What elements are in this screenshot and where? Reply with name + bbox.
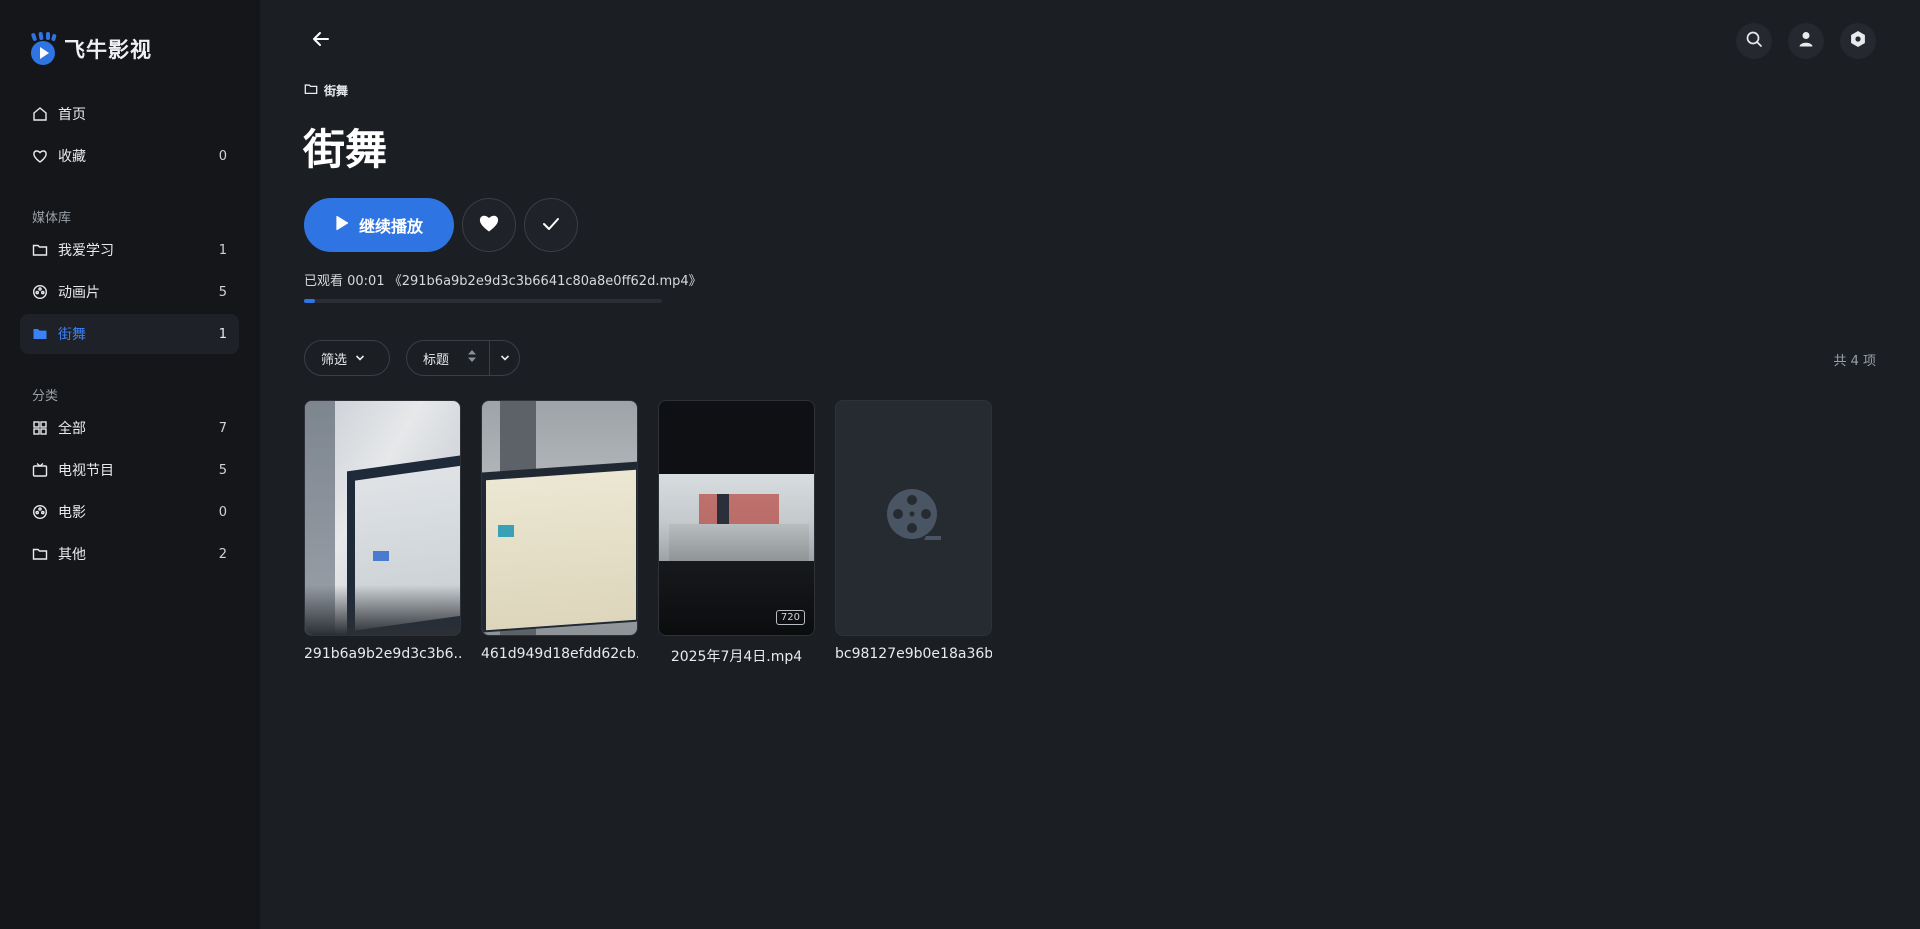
media-title: 2025年7月4日.mp4	[670, 649, 803, 665]
sidebar-item-count: 2	[218, 546, 227, 562]
sidebar: 飞牛影视 首页 收藏 0 媒体库 我爱学习 1 动画片 5 街舞 1 分类 全部…	[0, 0, 260, 929]
sidebar-item-tv[interactable]: 电视节目 5	[20, 450, 239, 490]
heart-icon	[478, 213, 500, 237]
media-card[interactable]: 291b6a9b2e9d3c3b6...	[304, 400, 461, 662]
film-reel-icon	[32, 284, 48, 300]
user-button[interactable]	[1788, 23, 1824, 59]
logo-icon	[28, 31, 58, 67]
folder-icon	[32, 242, 48, 258]
mark-watched-button[interactable]	[524, 198, 578, 252]
sidebar-item-street-dance[interactable]: 街舞 1	[20, 314, 239, 354]
user-icon	[1797, 30, 1815, 52]
filter-label: 筛选	[321, 352, 348, 368]
breadcrumb-label: 街舞	[324, 84, 349, 98]
sidebar-item-home[interactable]: 首页	[20, 94, 239, 134]
chevron-down-icon	[500, 351, 510, 366]
sidebar-item-label: 全部	[58, 421, 86, 437]
sidebar-item-label: 其他	[58, 547, 86, 563]
section-title-category: 分类	[32, 389, 59, 404]
search-icon	[1745, 30, 1763, 52]
film-reel-icon	[886, 488, 942, 548]
watch-progress-bar	[304, 299, 662, 303]
search-button[interactable]	[1736, 23, 1772, 59]
favorite-button[interactable]	[462, 198, 516, 252]
media-thumbnail[interactable]	[835, 400, 992, 636]
back-button[interactable]	[306, 28, 336, 54]
sidebar-item-count: 1	[218, 326, 227, 342]
sidebar-item-count: 0	[218, 504, 227, 520]
filter-dropdown[interactable]: 筛选	[304, 340, 390, 376]
folder-icon	[32, 546, 48, 562]
sidebar-item-count: 5	[218, 284, 227, 300]
watched-status: 已观看 00:01 《291b6a9b2e9d3c3b6641c80a8e0ff…	[304, 274, 702, 289]
sidebar-item-label: 街舞	[58, 327, 86, 343]
sidebar-item-animation[interactable]: 动画片 5	[20, 272, 239, 312]
sidebar-item-count: 0	[218, 148, 227, 164]
home-icon	[32, 106, 48, 122]
page-title: 街舞	[303, 125, 388, 174]
sort-label: 标题	[423, 352, 450, 368]
media-title: 461d949d18efdd62cb...	[481, 646, 638, 662]
media-thumbnail[interactable]: 720	[658, 400, 815, 636]
folder-icon	[32, 326, 48, 342]
media-card[interactable]: 461d949d18efdd62cb...	[481, 400, 638, 662]
sidebar-item-study[interactable]: 我爱学习 1	[20, 230, 239, 270]
sidebar-item-movies[interactable]: 电影 0	[20, 492, 239, 532]
arrow-left-icon	[311, 29, 331, 53]
tv-icon	[32, 462, 48, 478]
sidebar-item-favorites[interactable]: 收藏 0	[20, 136, 239, 176]
sidebar-item-label: 电影	[58, 505, 86, 521]
media-title: 291b6a9b2e9d3c3b6...	[304, 646, 461, 662]
sidebar-item-label: 动画片	[58, 285, 100, 301]
watch-progress-fill	[304, 299, 315, 303]
check-icon	[542, 216, 560, 235]
settings-button[interactable]	[1840, 23, 1876, 59]
media-thumbnail[interactable]	[481, 400, 638, 636]
film-reel-icon	[32, 504, 48, 520]
sort-order-icon	[467, 349, 477, 367]
folder-icon	[304, 82, 318, 99]
breadcrumb[interactable]: 街舞	[304, 82, 348, 99]
sidebar-item-count: 1	[218, 242, 227, 258]
sidebar-item-all[interactable]: 全部 7	[20, 408, 239, 448]
sort-dropdown-button[interactable]	[490, 341, 519, 375]
media-thumbnail[interactable]	[304, 400, 461, 636]
app-logo[interactable]: 飞牛影视	[28, 30, 152, 68]
sort-field-button[interactable]: 标题	[407, 341, 491, 375]
sort-control: 标题	[406, 340, 520, 376]
continue-play-button[interactable]: 继续播放	[304, 198, 454, 252]
media-card[interactable]: 720 2025年7月4日.mp4	[658, 400, 815, 666]
sidebar-item-other[interactable]: 其他 2	[20, 534, 239, 574]
sidebar-item-label: 首页	[58, 107, 86, 123]
media-card[interactable]: bc98127e9b0e18a36b...	[835, 400, 992, 662]
gear-icon	[1849, 30, 1867, 52]
chevron-down-icon	[355, 351, 365, 366]
sidebar-item-label: 电视节目	[58, 463, 114, 479]
continue-play-label: 继续播放	[358, 217, 423, 236]
heart-icon	[32, 148, 48, 164]
sidebar-item-label: 收藏	[58, 149, 86, 165]
resolution-badge: 720	[775, 610, 805, 625]
play-icon	[335, 215, 349, 235]
sidebar-item-count: 7	[218, 420, 227, 436]
grid-icon	[32, 420, 48, 436]
sidebar-item-count: 5	[218, 462, 227, 478]
app-name: 飞牛影视	[64, 38, 152, 62]
item-count: 共 4 项	[1833, 354, 1876, 369]
media-title: bc98127e9b0e18a36b...	[835, 646, 992, 662]
sidebar-item-label: 我爱学习	[58, 243, 114, 259]
section-title-library: 媒体库	[32, 211, 72, 226]
